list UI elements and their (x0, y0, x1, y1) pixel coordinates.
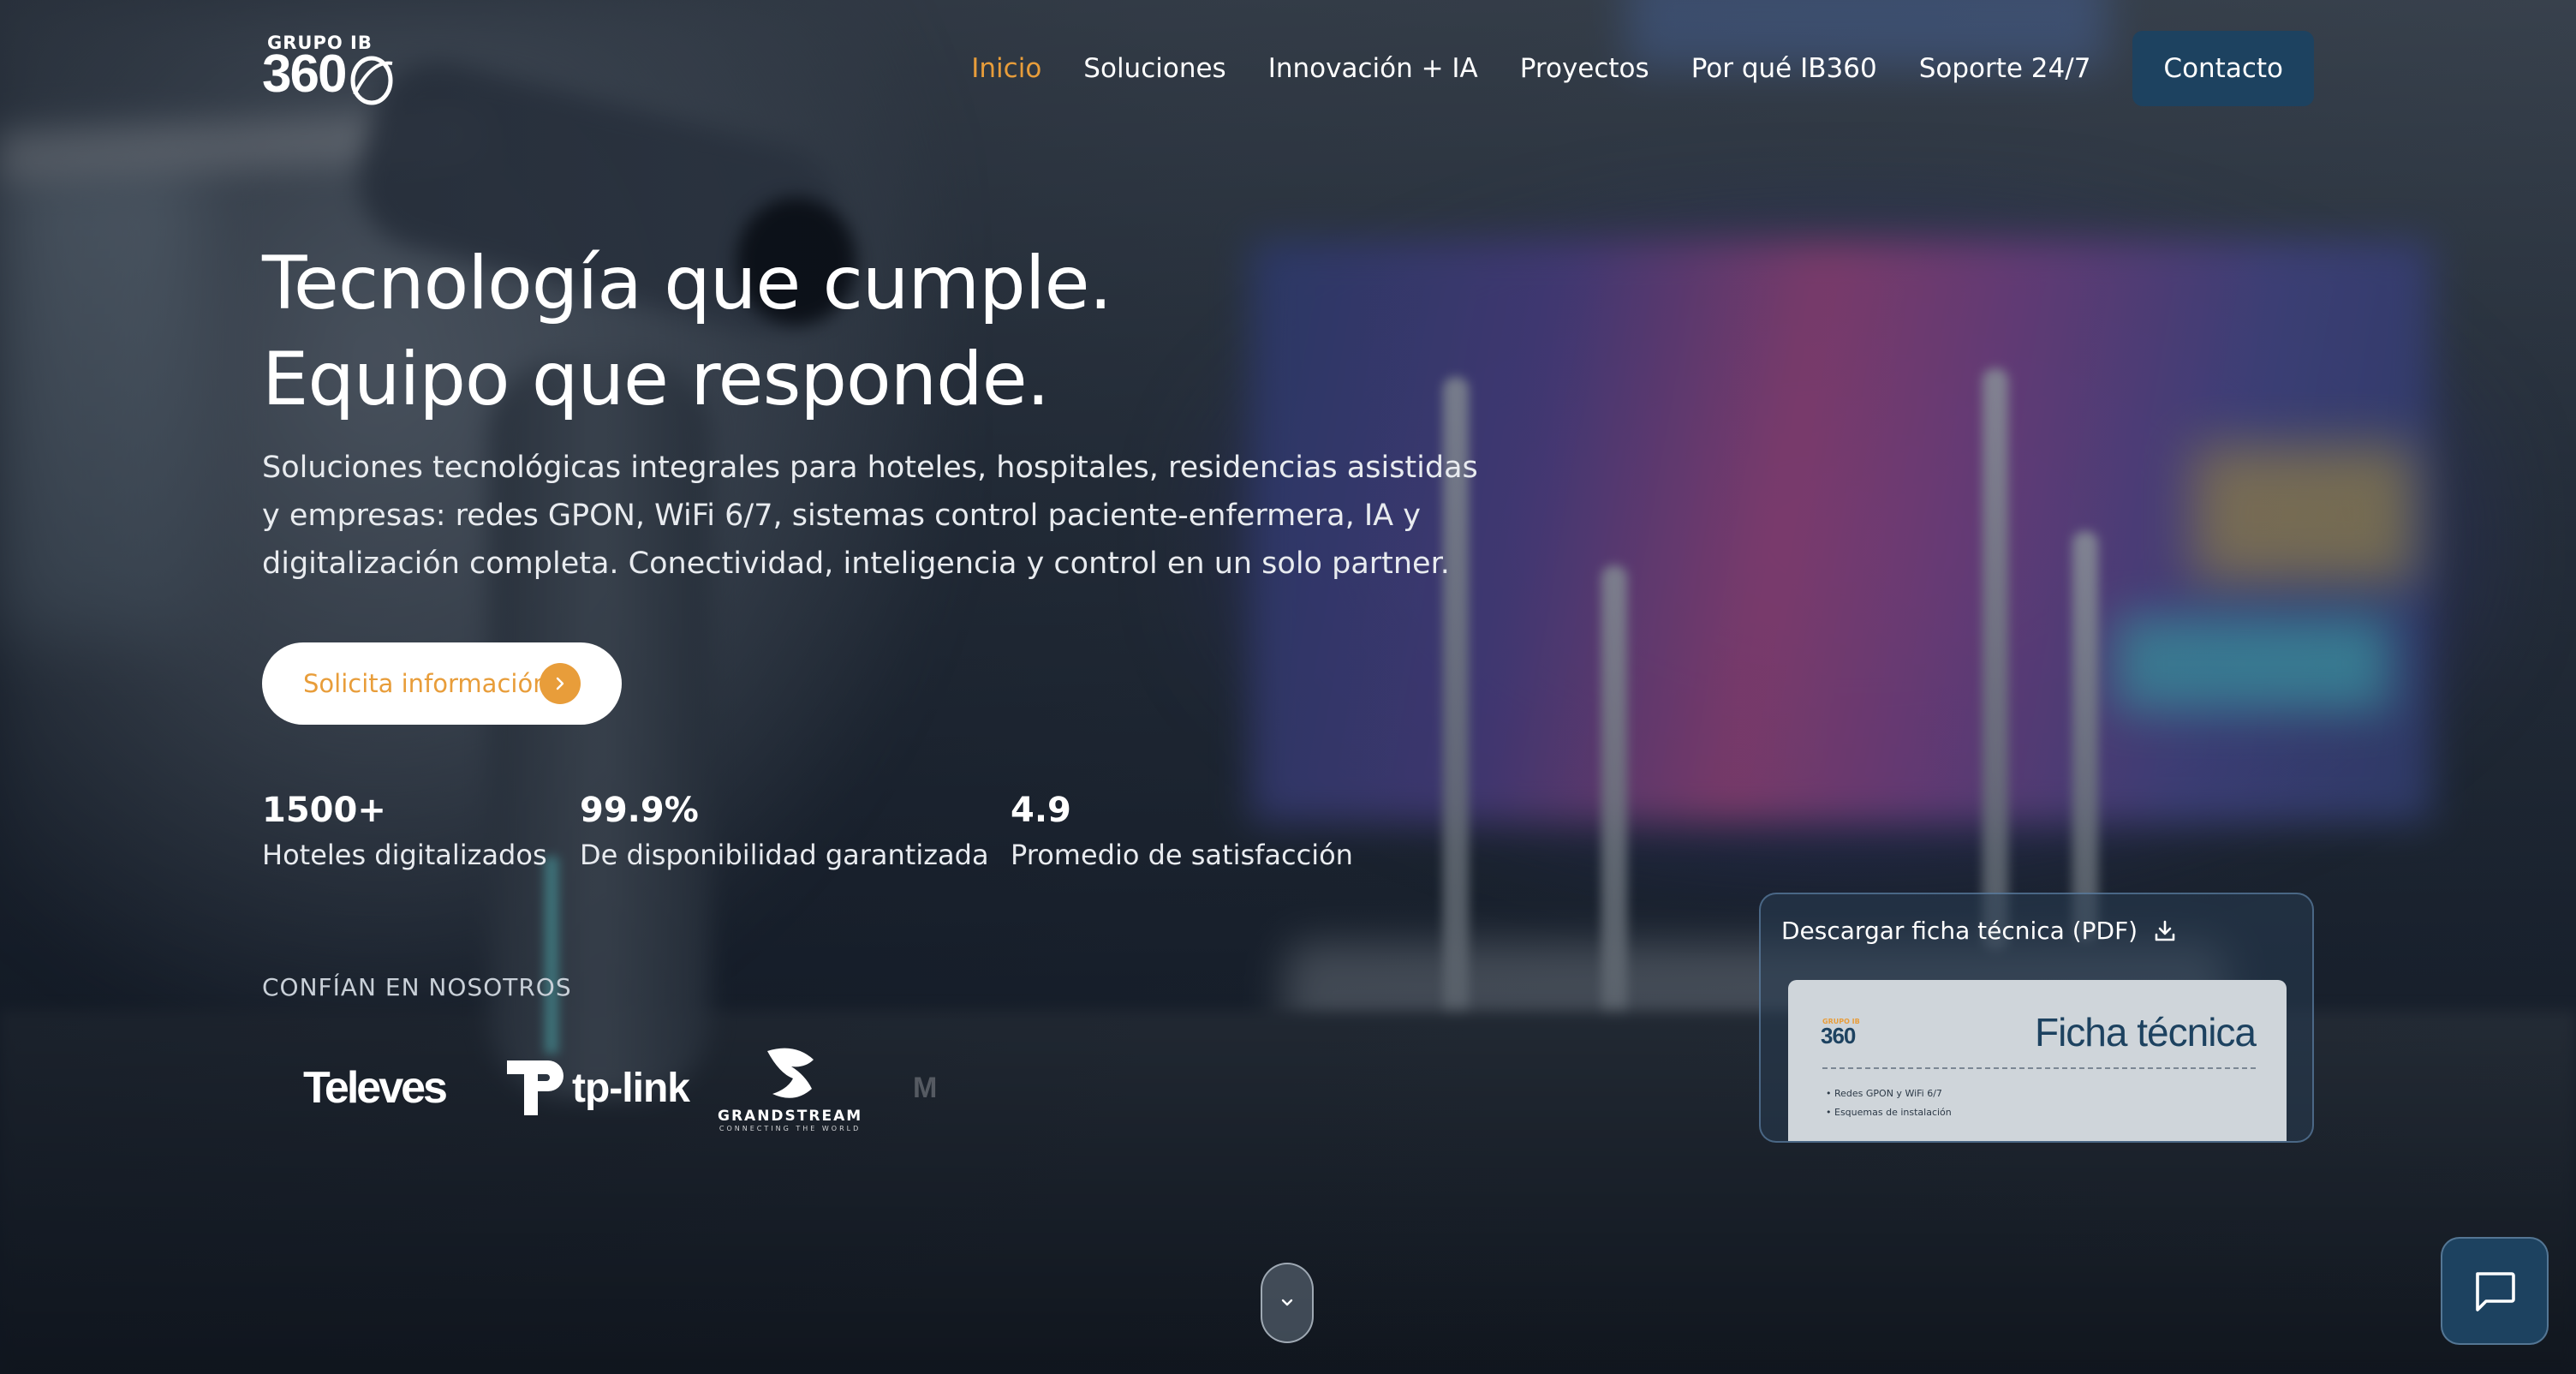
preview-list-item-text: Redes GPON y WiFi 6/7 (1834, 1088, 1942, 1099)
site-header: GRUPO IB 360 Inicio Soluciones Innovació… (262, 31, 2314, 108)
stat-satisfaction: 4.9 Promedio de satisfacción (1011, 786, 1353, 875)
preview-title: Ficha técnica (2034, 1010, 2257, 1054)
brand-logo[interactable]: GRUPO IB 360 (262, 33, 399, 105)
grandstream-wordmark: GRANDSTREAM (718, 1107, 863, 1125)
logo-swirl-icon (350, 56, 393, 105)
request-info-label: Solicita información (303, 669, 549, 698)
chat-bubble-icon (2476, 1272, 2515, 1311)
partner-logo-grandstream: GRANDSTREAM CONNECTING THE WORLD (718, 1036, 862, 1139)
tplink-logo-icon (507, 1060, 564, 1115)
stat-availability: 99.9% De disponibilidad garantizada (580, 786, 989, 875)
download-datasheet-label: Descargar ficha técnica (PDF) (1781, 917, 2138, 945)
hero-title: Tecnología que cumple. Equipo que respon… (262, 236, 1547, 427)
stat-label: Promedio de satisfacción (1011, 839, 1353, 871)
nav-item-por-que-ib360[interactable]: Por qué IB360 (1691, 53, 1877, 84)
hero-title-line-1: Tecnología que cumple. (262, 241, 1112, 326)
chat-button[interactable] (2441, 1237, 2549, 1345)
nav-item-proyectos[interactable]: Proyectos (1520, 53, 1649, 84)
partner-logo-televes: Televes (303, 1063, 448, 1113)
hero-title-line-2: Equipo que responde. (262, 337, 1050, 422)
download-icon (2155, 920, 2175, 941)
stat-value: 1500+ (262, 791, 386, 830)
preview-divider (1822, 1067, 2256, 1069)
download-datasheet-link[interactable]: Descargar ficha técnica (PDF) (1781, 917, 2177, 945)
main-nav: Inicio Soluciones Innovación + IA Proyec… (971, 31, 2314, 106)
datasheet-card: Descargar ficha técnica (PDF) GRUPO IB 3… (1759, 893, 2314, 1143)
grandstream-tagline: CONNECTING THE WORLD (719, 1124, 862, 1132)
stat-value: 4.9 (1011, 791, 1071, 830)
stat-label: De disponibilidad garantizada (580, 839, 989, 871)
contact-button[interactable]: Contacto (2132, 31, 2314, 106)
nav-item-inicio[interactable]: Inicio (971, 53, 1041, 84)
hero-subtitle: Soluciones tecnológicas integrales para … (262, 451, 1478, 581)
hero-section: Tecnología que cumple. Equipo que respon… (262, 236, 1547, 427)
stat-value: 99.9% (580, 791, 699, 830)
logo-number: 360 (262, 45, 347, 104)
preview-logo-number: 360 (1821, 1023, 1856, 1048)
nav-item-soporte[interactable]: Soporte 24/7 (1919, 53, 2091, 84)
partner-logo-faded: M (913, 1071, 938, 1104)
nav-item-soluciones[interactable]: Soluciones (1083, 53, 1225, 84)
trust-title: CONFÍAN EN NOSOTROS (262, 973, 572, 1001)
nav-item-innovacion-ia[interactable]: Innovación + IA (1268, 53, 1478, 84)
partner-logo-tplink: tp-link (504, 1036, 690, 1139)
preview-list-item-text: Esquemas de instalación (1834, 1107, 1952, 1118)
request-info-button[interactable]: Solicita información (262, 642, 622, 725)
preview-list-item: • Redes GPON y WiFi 6/7 (1826, 1088, 1942, 1099)
tplink-wordmark: tp-link (572, 1065, 690, 1111)
chevron-down-icon (1281, 1299, 1293, 1306)
preview-list-item: • Esquemas de instalación (1826, 1107, 1952, 1118)
stat-label: Hoteles digitalizados (262, 839, 547, 871)
chevron-right-icon (540, 663, 581, 704)
datasheet-preview-thumbnail[interactable]: GRUPO IB 360 Ficha técnica • Redes GPON … (1788, 980, 2287, 1141)
scroll-down-button[interactable] (1261, 1263, 1314, 1343)
stat-hotels: 1500+ Hoteles digitalizados (262, 786, 547, 875)
partner-logos: Televes tp-link GRANDSTREAM CONNECTING T… (262, 1036, 947, 1139)
grandstream-logo-icon (766, 1048, 814, 1098)
